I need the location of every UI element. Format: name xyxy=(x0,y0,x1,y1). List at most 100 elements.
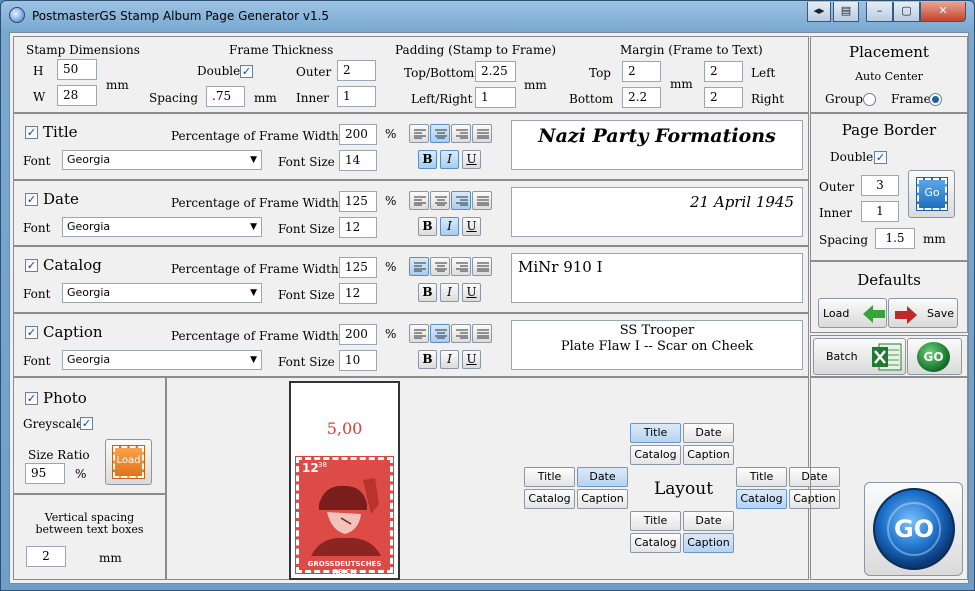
date-font-size-input[interactable]: 12 xyxy=(339,217,377,238)
caption-bold-button[interactable]: B xyxy=(418,350,437,369)
margin-bottom-input[interactable]: 2.2 xyxy=(622,87,661,108)
date-align-center-icon[interactable] xyxy=(430,191,450,210)
date-italic-button[interactable]: I xyxy=(440,217,459,236)
caption-align-justify-icon[interactable] xyxy=(472,324,492,343)
date-font-size-label: Font Size xyxy=(278,222,335,236)
group-label: Group xyxy=(825,92,863,106)
title-align-left-icon[interactable] xyxy=(409,124,429,143)
height-input[interactable]: 50 xyxy=(57,59,97,80)
caption-align-left-icon[interactable] xyxy=(409,324,429,343)
date-checkbox[interactable]: ✓ xyxy=(25,193,38,206)
title-bold-button[interactable]: B xyxy=(418,150,437,169)
layout-right-title[interactable]: Title xyxy=(736,467,787,487)
defaults-save-button[interactable]: Save xyxy=(888,298,958,328)
caption-font-select[interactable]: Georgia ▼ xyxy=(62,350,262,370)
group-radio[interactable] xyxy=(863,93,876,106)
layout-right-catalog[interactable]: Catalog xyxy=(736,489,787,509)
page-border-double-checkbox[interactable]: ✓ xyxy=(874,151,887,164)
frame-outer-input[interactable]: 2 xyxy=(337,60,376,81)
photo-load-button[interactable]: Load xyxy=(105,439,152,485)
layout-left-catalog[interactable]: Catalog xyxy=(524,489,575,509)
greyscale-checkbox[interactable]: ✓ xyxy=(80,417,93,430)
catalog-align-center-icon[interactable] xyxy=(430,257,450,276)
title-font-select[interactable]: Georgia ▼ xyxy=(62,150,262,170)
caption-align-center-icon[interactable] xyxy=(430,324,450,343)
caption-font-size-input[interactable]: 10 xyxy=(339,350,377,371)
catalog-italic-button[interactable]: I xyxy=(440,283,459,302)
frame-inner-input[interactable]: 1 xyxy=(337,86,376,107)
catalog-underline-button[interactable]: U xyxy=(462,283,481,302)
title-row-label: Title xyxy=(43,123,78,141)
date-bold-button[interactable]: B xyxy=(418,217,437,236)
title-italic-button[interactable]: I xyxy=(440,150,459,169)
layout-top-date[interactable]: Date xyxy=(683,423,734,443)
catalog-align-right-icon[interactable] xyxy=(451,257,471,276)
frame-spacing-input[interactable]: .75 xyxy=(206,86,245,107)
date-align-justify-icon[interactable] xyxy=(472,191,492,210)
stamp-denomination: 12 xyxy=(302,461,319,475)
caption-pct-input[interactable]: 200 xyxy=(339,324,377,345)
date-align-right-icon[interactable] xyxy=(451,191,471,210)
catalog-pct-input[interactable]: 125 xyxy=(339,257,377,278)
layout-bottom-catalog[interactable]: Catalog xyxy=(630,533,681,553)
page-border-go-button[interactable]: Go xyxy=(908,170,955,218)
layout-left-title[interactable]: Title xyxy=(524,467,575,487)
height-label: H xyxy=(33,64,44,78)
restore-layout-icon[interactable]: ◂▸ xyxy=(807,2,831,22)
page-border-inner-input[interactable]: 1 xyxy=(861,201,899,222)
catalog-align-justify-icon[interactable] xyxy=(472,257,492,276)
catalog-font-size-input[interactable]: 12 xyxy=(339,283,377,304)
title-font-size-input[interactable]: 14 xyxy=(339,150,377,171)
layout-top-title[interactable]: Title xyxy=(630,423,681,443)
title-align-center-icon[interactable] xyxy=(430,124,450,143)
caption-italic-button[interactable]: I xyxy=(440,350,459,369)
generate-go-button[interactable]: GO xyxy=(864,482,963,576)
maximize-button[interactable]: ▢ xyxy=(893,2,920,22)
caption-underline-button[interactable]: U xyxy=(462,350,481,369)
width-input[interactable]: 28 xyxy=(57,85,97,106)
page-border-spacing-input[interactable]: 1.5 xyxy=(875,228,915,249)
defaults-load-button[interactable]: Load xyxy=(818,298,887,328)
caption-align-right-icon[interactable] xyxy=(451,324,471,343)
window-switch-icon[interactable]: ▤ xyxy=(833,2,859,22)
catalog-bold-button[interactable]: B xyxy=(418,283,437,302)
photo-checkbox[interactable]: ✓ xyxy=(25,392,38,405)
margin-right-input[interactable]: 2 xyxy=(704,87,743,108)
frame-double-checkbox[interactable]: ✓ xyxy=(240,65,253,78)
title-checkbox[interactable]: ✓ xyxy=(25,126,38,139)
close-button[interactable]: ✕ xyxy=(920,2,966,22)
layout-left-date[interactable]: Date xyxy=(577,467,628,487)
window-title: PostmasterGS Stamp Album Page Generator … xyxy=(32,9,330,23)
minimize-button[interactable]: – xyxy=(866,2,893,22)
padding-top-bottom-input[interactable]: 2.25 xyxy=(475,61,516,82)
size-ratio-input[interactable]: 95 xyxy=(25,463,65,484)
caption-checkbox[interactable]: ✓ xyxy=(25,326,38,339)
title-align-right-icon[interactable] xyxy=(451,124,471,143)
padding-left-right-input[interactable]: 1 xyxy=(475,87,516,108)
caption-preview-line1: SS Trooper xyxy=(619,323,695,338)
frame-radio[interactable] xyxy=(929,93,942,106)
batch-button[interactable]: Batch xyxy=(813,338,906,375)
page-border-spacing-label: Spacing xyxy=(819,233,869,247)
date-underline-button[interactable]: U xyxy=(462,217,481,236)
title-align-justify-icon[interactable] xyxy=(472,124,492,143)
layout-bottom-title[interactable]: Title xyxy=(630,511,681,531)
layout-top-catalog[interactable]: Catalog xyxy=(630,445,681,465)
margin-top-input[interactable]: 2 xyxy=(622,61,661,82)
layout-bottom-caption[interactable]: Caption xyxy=(683,533,734,553)
catalog-checkbox[interactable]: ✓ xyxy=(25,259,38,272)
date-pct-input[interactable]: 125 xyxy=(339,191,377,212)
batch-go-button[interactable]: GO xyxy=(907,338,962,375)
margin-left-input[interactable]: 2 xyxy=(704,61,743,82)
layout-bottom-date[interactable]: Date xyxy=(683,511,734,531)
layout-top-caption[interactable]: Caption xyxy=(683,445,734,465)
date-font-select[interactable]: Georgia ▼ xyxy=(62,217,262,237)
catalog-align-left-icon[interactable] xyxy=(409,257,429,276)
page-border-outer-input[interactable]: 3 xyxy=(861,175,899,196)
title-underline-button[interactable]: U xyxy=(462,150,481,169)
title-pct-input[interactable]: 200 xyxy=(339,124,377,145)
vertical-spacing-input[interactable]: 2 xyxy=(26,546,66,567)
date-align-left-icon[interactable] xyxy=(409,191,429,210)
layout-left-caption[interactable]: Caption xyxy=(577,489,628,509)
catalog-font-select[interactable]: Georgia ▼ xyxy=(62,283,262,303)
